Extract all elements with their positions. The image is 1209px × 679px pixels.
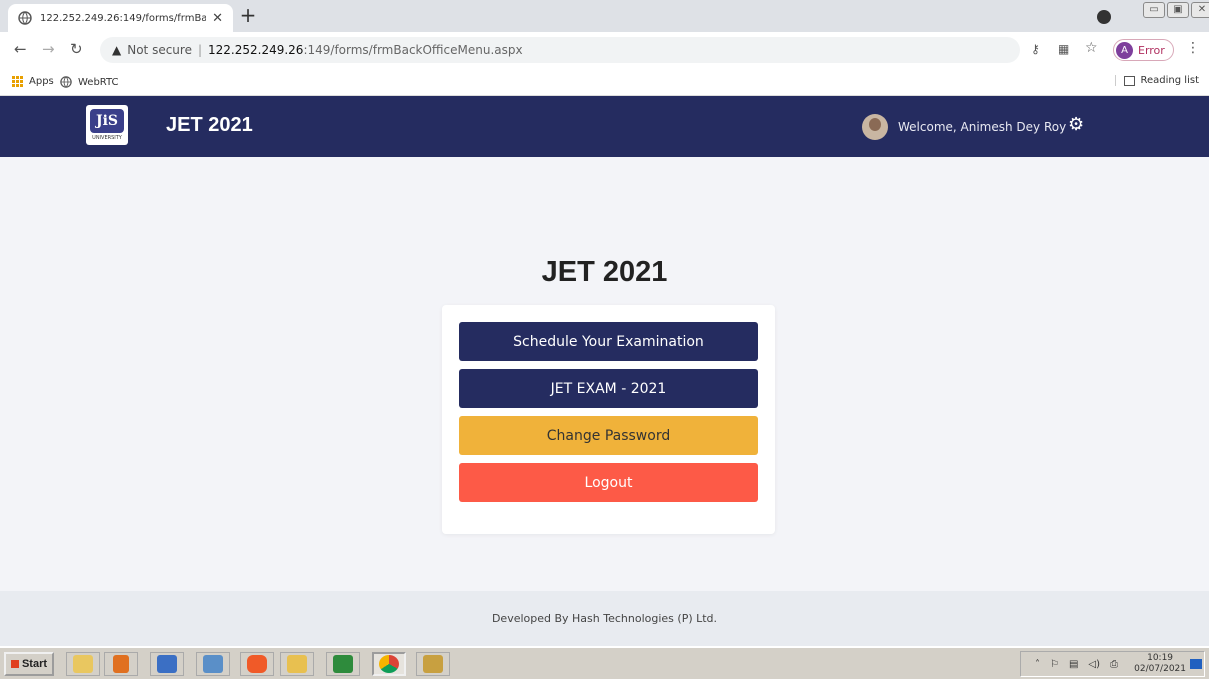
maximize-button[interactable]: ▣: [1167, 2, 1189, 18]
user-avatar: [862, 114, 888, 140]
url-path: :149/forms/frmBackOfficeMenu.aspx: [303, 43, 523, 57]
tab-close-icon[interactable]: ✕: [212, 11, 223, 26]
bookmark-apps[interactable]: Apps: [12, 76, 54, 87]
profile-avatar: A: [1116, 41, 1133, 59]
url-separator: |: [197, 43, 203, 57]
reading-list-icon: [1123, 75, 1135, 86]
warning-icon[interactable]: ▲: [112, 43, 121, 57]
excel-icon: [333, 655, 353, 673]
tray-expand-icon[interactable]: ˄: [1035, 659, 1040, 670]
app-title: JET 2021: [166, 114, 253, 136]
logout-button[interactable]: Logout: [459, 463, 758, 502]
minimize-button[interactable]: ▭: [1143, 2, 1165, 18]
brave-icon: [247, 655, 267, 673]
taskbar-notes[interactable]: [196, 652, 230, 676]
kebab-menu-icon[interactable]: ⋮: [1186, 40, 1200, 56]
bookmark-label: Apps: [29, 76, 54, 87]
taskbar-chrome[interactable]: [372, 652, 406, 676]
taskbar-excel[interactable]: [326, 652, 360, 676]
media-record-icon[interactable]: [1097, 10, 1111, 24]
footer-credit: Developed By Hash Technologies (P) Ltd.: [491, 612, 718, 625]
media-player-icon: [113, 655, 129, 673]
clock[interactable]: 10:19 02/07/2021: [1134, 653, 1186, 675]
network-icon[interactable]: ▤: [1069, 659, 1078, 670]
url-host: 122.252.249.26: [208, 43, 304, 57]
volume-icon[interactable]: ◁): [1088, 659, 1100, 670]
system-tray: ˄ ⚐ ▤ ◁) ⎙ 10:19 02/07/2021: [1020, 651, 1205, 677]
close-window-button[interactable]: ✕: [1191, 2, 1209, 18]
tools-icon: [423, 655, 443, 673]
reading-list-label: Reading list: [1140, 75, 1199, 86]
notes-icon: [203, 655, 223, 673]
bookmark-label: WebRTC: [78, 76, 119, 88]
profile-button[interactable]: A Error: [1113, 39, 1174, 61]
clock-date: 02/07/2021: [1134, 664, 1186, 674]
schedule-examination-button[interactable]: Schedule Your Examination: [459, 322, 758, 361]
taskbar-word[interactable]: [150, 652, 184, 676]
not-secure-label[interactable]: Not secure: [127, 43, 192, 57]
taskbar-mail[interactable]: [280, 652, 314, 676]
show-desktop-icon[interactable]: [1190, 659, 1202, 669]
app-header: JiS UNIVERSITY JET 2021 Welcome, Animesh…: [0, 96, 1209, 157]
windows-flag-icon: [10, 660, 19, 668]
taskbar-brave[interactable]: [240, 652, 274, 676]
profile-status: Error: [1138, 43, 1165, 57]
taskbar-explorer[interactable]: [66, 652, 100, 676]
change-password-button[interactable]: Change Password: [459, 416, 758, 455]
start-label: Start: [21, 658, 48, 670]
browser-tab[interactable]: 122.252.249.26:149/forms/frmBack ✕: [8, 4, 233, 32]
jet-exam-button[interactable]: JET EXAM - 2021: [459, 369, 758, 408]
globe-icon: [60, 76, 72, 88]
translate-icon[interactable]: ▦: [1058, 42, 1069, 56]
tab-title: 122.252.249.26:149/forms/frmBack: [40, 12, 207, 24]
url-input[interactable]: ▲ Not secure | 122.252.249.26:149/forms/…: [100, 37, 1020, 63]
reload-icon[interactable]: ↻: [70, 40, 83, 58]
bookmarks-bar: Apps WebRTC Reading list: [0, 68, 1209, 96]
browser-tab-strip: 122.252.249.26:149/forms/frmBack ✕ + ▭ ▣…: [0, 0, 1209, 32]
bookmark-webrtc[interactable]: WebRTC: [60, 76, 119, 88]
new-tab-button[interactable]: +: [236, 4, 260, 28]
user-menu[interactable]: Welcome, Animesh Dey Roy ⌄: [862, 114, 1082, 140]
os-taskbar: Start ˄ ⚐ ▤ ◁) ⎙ 10:19 02/07/2021: [0, 646, 1209, 679]
clock-time: 10:19: [1147, 653, 1174, 663]
device-icon[interactable]: ⎙: [1110, 659, 1118, 670]
gear-icon[interactable]: ⚙: [1068, 114, 1084, 135]
taskbar-tools[interactable]: [416, 652, 450, 676]
address-bar-row: ← → ↻ ▲ Not secure | 122.252.249.26:149/…: [0, 32, 1209, 68]
mail-icon: [287, 655, 307, 673]
jis-university-logo[interactable]: JiS UNIVERSITY: [86, 105, 128, 145]
word-icon: [157, 655, 177, 673]
menu-card: Schedule Your Examination JET EXAM - 202…: [442, 305, 775, 534]
window-controls: ▭ ▣ ✕: [1141, 2, 1209, 18]
page-heading: JET 2021: [541, 256, 668, 288]
apps-grid-icon: [12, 76, 23, 87]
star-icon[interactable]: ☆: [1085, 40, 1098, 56]
welcome-text: Welcome, Animesh Dey Roy: [898, 120, 1067, 134]
logo-subtitle: UNIVERSITY: [92, 135, 122, 141]
chrome-icon: [379, 655, 399, 673]
key-icon[interactable]: ⚷: [1031, 42, 1040, 56]
start-button[interactable]: Start: [4, 652, 54, 676]
flag-icon[interactable]: ⚐: [1050, 659, 1059, 670]
reading-list-button[interactable]: Reading list: [1114, 75, 1199, 86]
footer: Developed By Hash Technologies (P) Ltd.: [0, 591, 1209, 646]
back-arrow-icon[interactable]: ←: [14, 40, 27, 58]
logo-mark: JiS: [90, 109, 124, 133]
forward-arrow-icon[interactable]: →: [42, 40, 55, 58]
globe-icon: [18, 11, 32, 25]
folder-icon: [73, 655, 93, 673]
taskbar-media[interactable]: [104, 652, 138, 676]
